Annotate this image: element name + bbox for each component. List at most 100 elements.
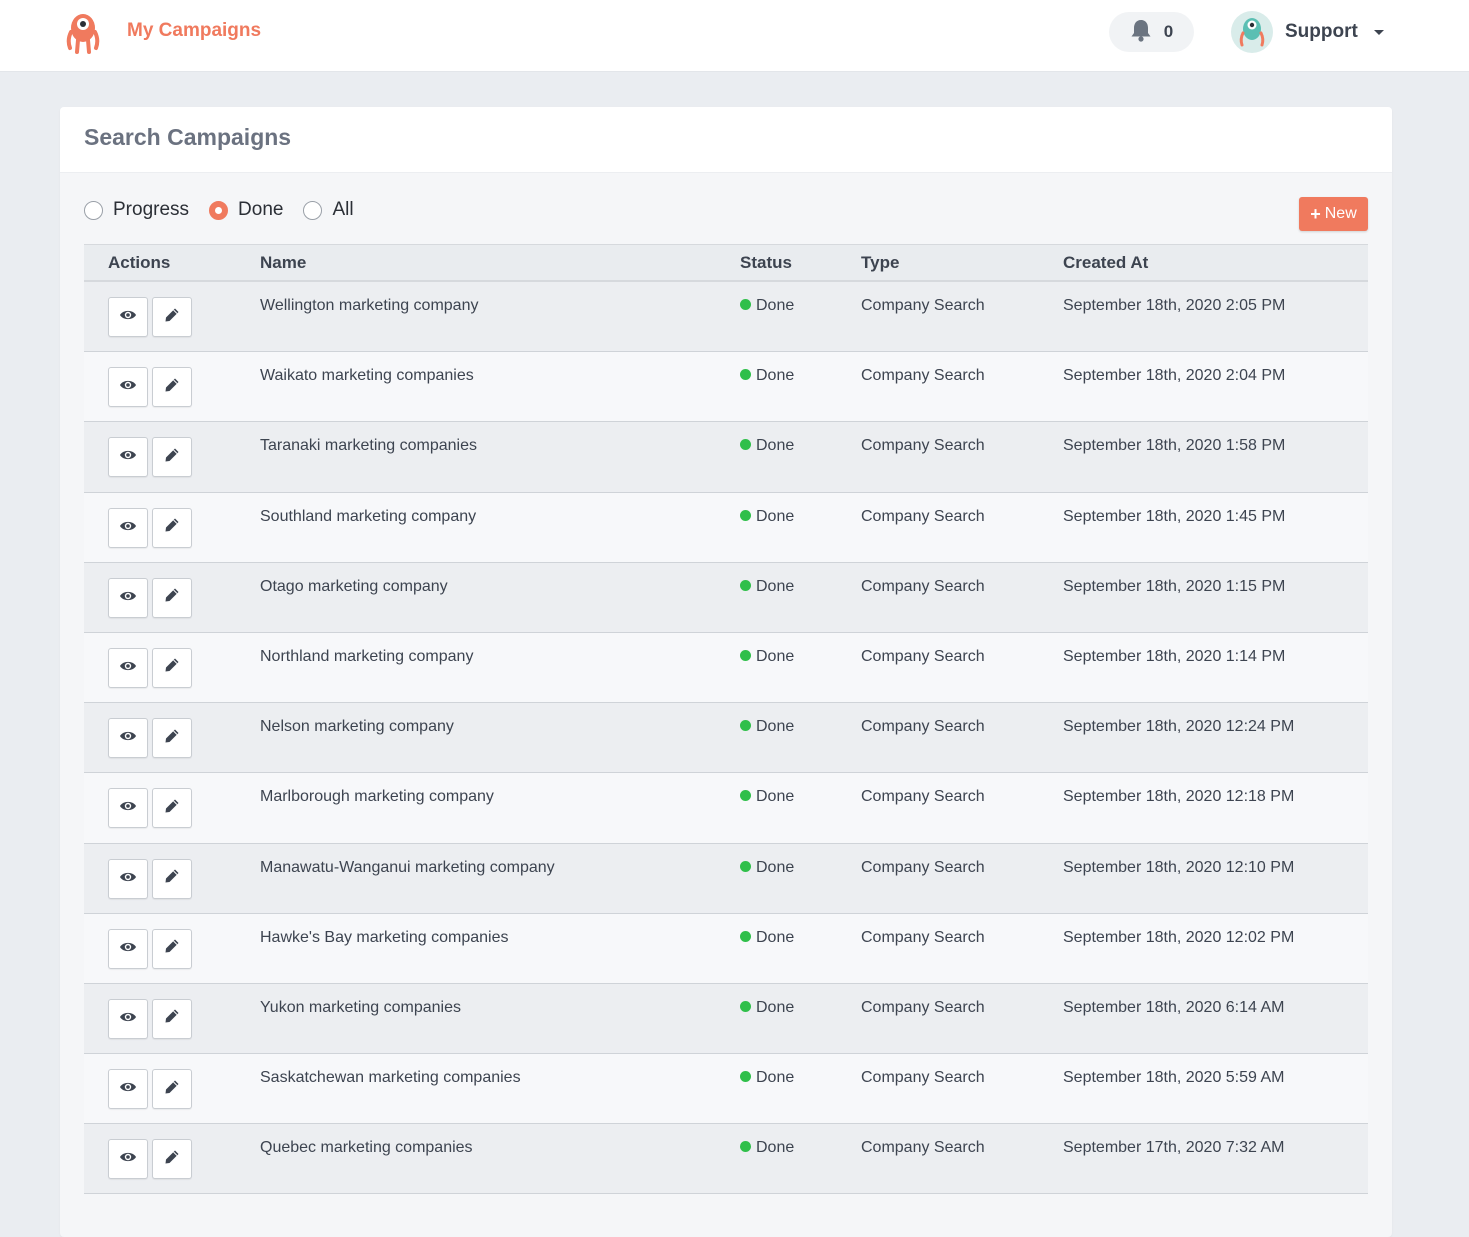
- notifications-button[interactable]: 0: [1109, 12, 1194, 52]
- campaign-type: Company Search: [861, 367, 985, 385]
- created-at: September 18th, 2020 1:15 PM: [1063, 577, 1286, 595]
- filter-label: Done: [238, 199, 284, 220]
- status-text: Done: [756, 647, 795, 665]
- campaign-type: Company Search: [861, 788, 985, 806]
- eye-icon: [119, 729, 137, 747]
- new-campaign-button[interactable]: + New: [1299, 197, 1368, 231]
- created-at: September 17th, 2020 7:32 AM: [1063, 1139, 1285, 1157]
- edit-button[interactable]: [152, 858, 192, 899]
- user-menu[interactable]: Support: [1231, 10, 1384, 54]
- filter-all[interactable]: All: [303, 199, 354, 221]
- campaign-type: Company Search: [861, 647, 985, 665]
- campaign-type: Company Search: [861, 998, 985, 1016]
- column-header-actions[interactable]: Actions: [108, 253, 170, 273]
- status-dot-icon: [740, 439, 751, 451]
- table-row: Marlborough marketing company Done Compa…: [84, 773, 1368, 844]
- card-header: Search Campaigns: [60, 107, 1392, 173]
- status-dot-icon: [740, 930, 751, 942]
- table-row: Manawatu-Wanganui marketing company Done…: [84, 843, 1368, 914]
- pencil-icon: [164, 307, 180, 328]
- app-title[interactable]: My Campaigns: [127, 20, 261, 42]
- status-text: Done: [756, 577, 795, 595]
- edit-button[interactable]: [152, 297, 192, 337]
- radio-done[interactable]: [209, 200, 229, 220]
- campaigns-table: Actions Name Status Type Created At Well…: [84, 244, 1368, 1195]
- pencil-icon: [164, 517, 180, 538]
- table-row: Otago marketing company Done Company Sea…: [84, 562, 1368, 633]
- edit-button[interactable]: [152, 998, 192, 1039]
- status-dot-icon: [740, 369, 751, 381]
- view-button[interactable]: [108, 1139, 148, 1180]
- status-dot-icon: [740, 720, 751, 732]
- filter-progress[interactable]: Progress: [84, 199, 189, 221]
- notification-count: 0: [1163, 22, 1174, 41]
- edit-button[interactable]: [152, 928, 192, 969]
- edit-button[interactable]: [152, 718, 192, 759]
- status-dot-icon: [740, 860, 751, 872]
- view-button[interactable]: [108, 367, 148, 408]
- created-at: September 18th, 2020 6:14 AM: [1063, 998, 1285, 1016]
- campaign-type: Company Search: [861, 1069, 985, 1087]
- pencil-icon: [164, 728, 180, 749]
- view-button[interactable]: [108, 788, 148, 829]
- edit-button[interactable]: [152, 507, 192, 548]
- eye-icon: [119, 448, 137, 466]
- page-title: Search Campaigns: [84, 124, 292, 150]
- campaign-type: Company Search: [861, 437, 985, 455]
- view-button[interactable]: [108, 297, 148, 337]
- view-button[interactable]: [108, 647, 148, 688]
- edit-button[interactable]: [152, 1069, 192, 1110]
- column-header-created-at[interactable]: Created At: [1063, 253, 1148, 273]
- status-text: Done: [756, 1069, 795, 1087]
- status-text: Done: [756, 507, 795, 525]
- edit-button[interactable]: [152, 437, 192, 478]
- view-button[interactable]: [108, 1069, 148, 1110]
- campaign-type: Company Search: [861, 718, 985, 736]
- view-button[interactable]: [108, 998, 148, 1039]
- pencil-icon: [164, 447, 180, 468]
- filter-label: Progress: [113, 199, 190, 220]
- created-at: September 18th, 2020 1:58 PM: [1063, 437, 1286, 455]
- column-header-type[interactable]: Type: [861, 253, 899, 273]
- robot-logo-icon[interactable]: [66, 12, 100, 54]
- top-navbar: My Campaigns 0 Support: [0, 0, 1469, 72]
- table-header: Actions Name Status Type Created At: [84, 244, 1368, 282]
- created-at: September 18th, 2020 2:05 PM: [1063, 297, 1286, 314]
- new-button-label: New: [1324, 205, 1357, 222]
- eye-icon: [119, 1080, 137, 1098]
- pencil-icon: [164, 657, 180, 678]
- campaign-type: Company Search: [861, 928, 985, 946]
- column-header-name[interactable]: Name: [260, 253, 306, 273]
- view-button[interactable]: [108, 858, 148, 899]
- edit-button[interactable]: [152, 577, 192, 618]
- view-button[interactable]: [108, 437, 148, 478]
- view-button[interactable]: [108, 507, 148, 548]
- user-name: Support: [1285, 21, 1358, 42]
- status-text: Done: [756, 718, 795, 736]
- table-row: Southland marketing company Done Company…: [84, 492, 1368, 563]
- campaign-name: Yukon marketing companies: [260, 998, 461, 1016]
- filter-done[interactable]: Done: [209, 199, 283, 221]
- radio-all[interactable]: [303, 200, 323, 220]
- edit-button[interactable]: [152, 788, 192, 829]
- campaign-name: Saskatchewan marketing companies: [260, 1069, 521, 1087]
- edit-button[interactable]: [152, 367, 192, 408]
- table-row: Taranaki marketing companies Done Compan…: [84, 422, 1368, 493]
- pencil-icon: [164, 938, 180, 959]
- view-button[interactable]: [108, 928, 148, 969]
- status-text: Done: [756, 858, 795, 876]
- view-button[interactable]: [108, 718, 148, 759]
- edit-button[interactable]: [152, 1139, 192, 1180]
- column-header-status[interactable]: Status: [740, 253, 792, 273]
- view-button[interactable]: [108, 577, 148, 618]
- radio-progress[interactable]: [84, 200, 103, 220]
- status-dot-icon: [740, 579, 751, 591]
- status-dot-icon: [740, 649, 751, 661]
- eye-icon: [119, 589, 137, 607]
- status-badge: Done: [740, 578, 794, 596]
- avatar: [1231, 11, 1273, 53]
- filter-label: All: [332, 199, 354, 220]
- edit-button[interactable]: [152, 647, 192, 688]
- status-filter: Progress Done All: [84, 197, 374, 223]
- eye-icon: [119, 308, 137, 326]
